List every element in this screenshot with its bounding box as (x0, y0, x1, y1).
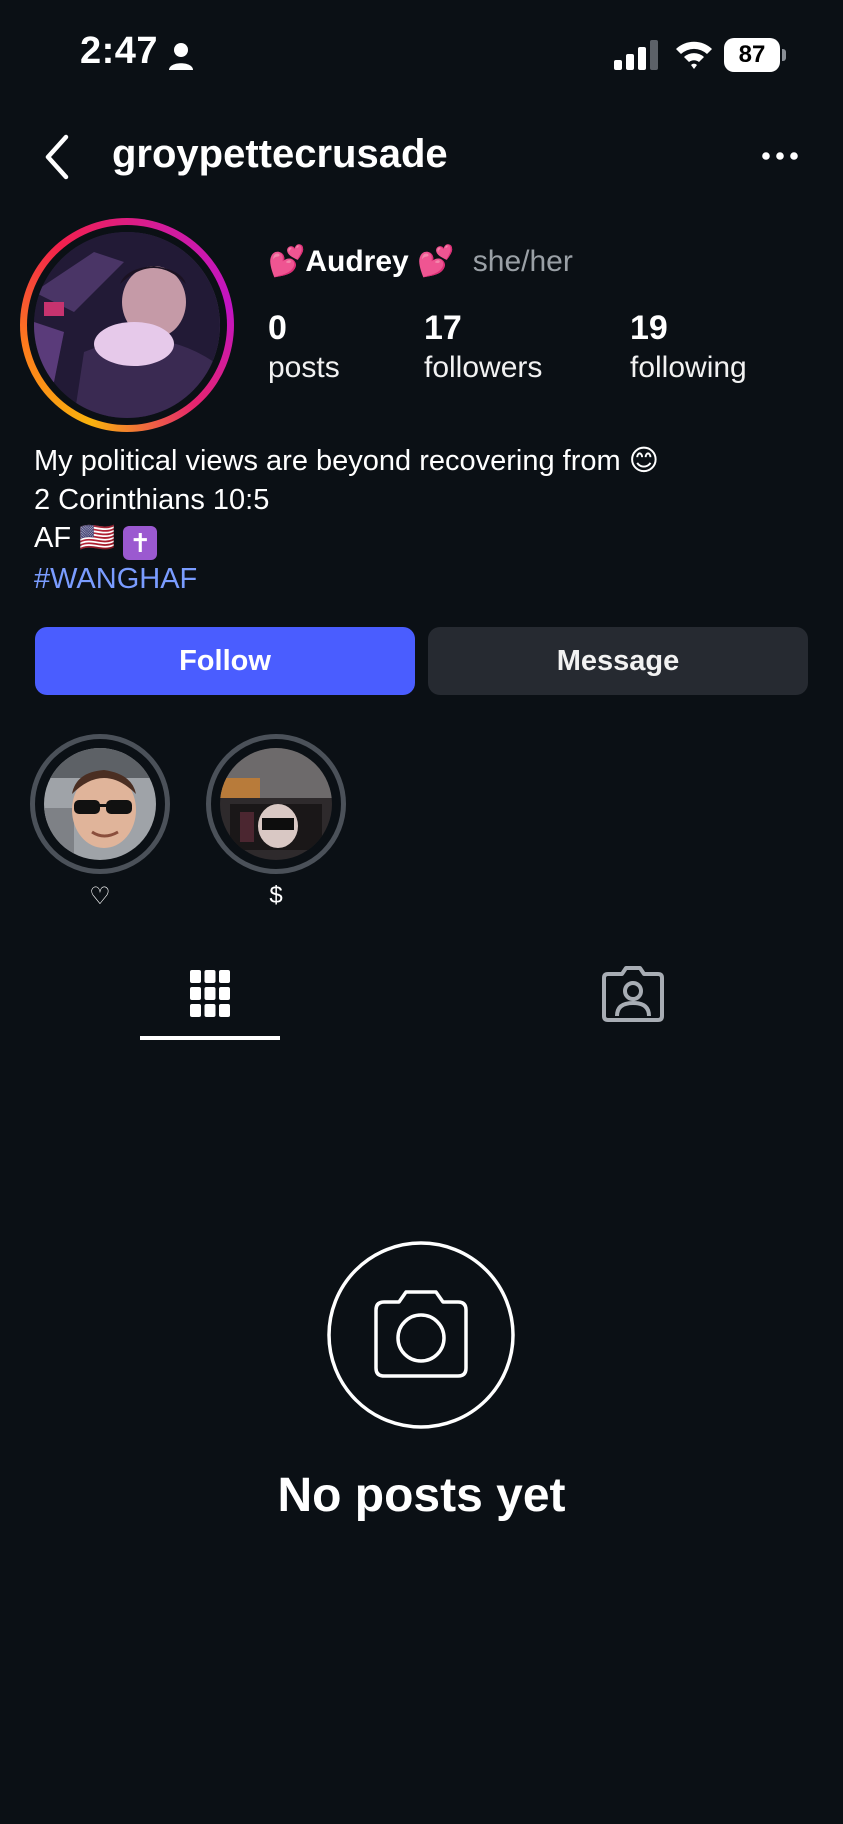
latin-cross-emoji: ✝ (123, 526, 158, 560)
highlight-cover (44, 748, 156, 860)
back-chevron-icon[interactable] (40, 132, 76, 182)
highlight-ring (30, 734, 170, 874)
person-icon (169, 43, 193, 70)
active-tab-indicator (140, 1036, 280, 1040)
display-name: Audrey (305, 245, 409, 278)
avatar[interactable] (34, 232, 220, 418)
story-ring[interactable] (20, 218, 234, 432)
highlight-image (220, 748, 332, 860)
stat-value: 0 (268, 309, 287, 347)
battery-level: 87 (724, 38, 780, 72)
grid-icon (190, 970, 230, 1017)
highlight-image (44, 748, 156, 860)
pronouns: she/her (472, 245, 573, 278)
tab-tagged-person-icon[interactable] (600, 960, 666, 1026)
profile-screen: 2:47 87 groypettecrusade 💕Audrey 💕 she/h… (0, 0, 843, 1824)
camera-icon (327, 1241, 515, 1429)
message-button[interactable]: Message (428, 627, 808, 695)
stat-value: 17 (424, 309, 462, 347)
hearts-emoji: 💕 (417, 245, 455, 278)
stat-followers[interactable]: 17 followers (424, 308, 542, 388)
stat-following[interactable]: 19 following (630, 308, 747, 388)
highlight-label: ♡ (89, 883, 111, 910)
name-row: 💕Audrey 💕 she/her (268, 244, 573, 279)
cellular-signal-icon (614, 40, 658, 70)
profile-header: groypettecrusade (0, 118, 843, 194)
more-options-icon[interactable] (760, 142, 800, 170)
bio: My political views are beyond recovering… (34, 442, 814, 599)
highlight-ring (206, 734, 346, 874)
bio-line: 2 Corinthians 10:5 (34, 483, 270, 516)
hearts-emoji: 💕 (268, 245, 306, 278)
stat-value: 19 (630, 309, 668, 347)
hashtag-link[interactable]: #WANGHAF (34, 560, 814, 599)
stat-label: posts (268, 351, 340, 384)
wifi-icon (676, 41, 712, 69)
follow-button[interactable]: Follow (35, 627, 415, 695)
battery-indicator: 87 (724, 38, 786, 72)
highlight-item[interactable]: ♡ (30, 734, 170, 910)
status-time: 2:47 (80, 30, 159, 72)
battery-tip (782, 49, 786, 61)
bio-text: AF 🇺🇸 (34, 522, 116, 554)
highlight-cover (220, 748, 332, 860)
highlight-item[interactable]: $ (206, 734, 346, 909)
bio-line: AF 🇺🇸 ✝ (34, 519, 814, 560)
stat-label: following (630, 351, 747, 384)
tab-posts-grid[interactable] (140, 952, 280, 1042)
bio-line: My political views are beyond recovering… (34, 445, 659, 477)
stat-posts[interactable]: 0 posts (268, 308, 340, 388)
stat-label: followers (424, 351, 543, 384)
profile-username: groypettecrusade (112, 132, 448, 176)
highlight-label: $ (269, 882, 283, 909)
avatar-image (34, 232, 220, 418)
empty-state-message: No posts yet (277, 1469, 566, 1522)
status-bar: 2:47 87 (0, 0, 843, 110)
